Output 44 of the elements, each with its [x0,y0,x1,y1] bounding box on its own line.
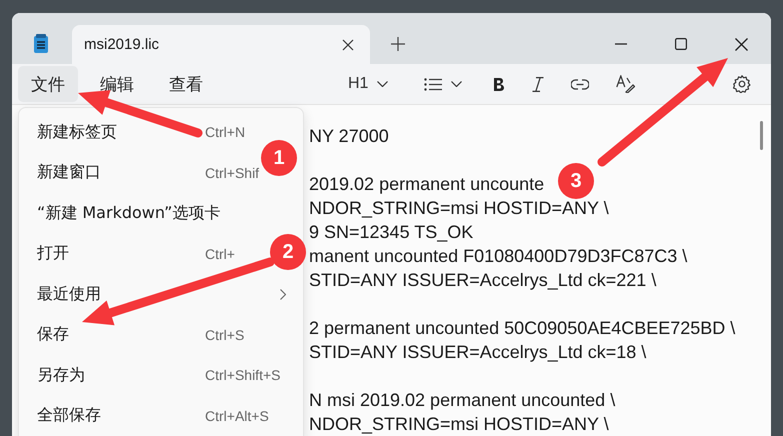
menu-item[interactable]: 另存为 [37,364,85,386]
code-line: NDOR_STRING=msi HOSTID=ANY \ [309,197,609,220]
shortcut-label: Ctrl+S [205,326,244,343]
shortcut-label: Ctrl+ [205,246,235,262]
code-line: 9 SN=12345 TS_OK [309,221,474,244]
menu-item[interactable]: 文件 [18,66,78,102]
link-icon[interactable] [571,78,590,90]
menu-item[interactable]: 最近使用 [37,284,101,305]
notepad-icon [33,34,49,54]
maximize-icon[interactable] [675,38,687,50]
add-tab-icon[interactable] [391,37,405,52]
menu-item[interactable]: 查看 [156,66,216,102]
code-line: manent uncounted F01080400D79D3FC87C3 \ [309,245,688,268]
caret-icon[interactable] [451,81,462,88]
menu-item[interactable]: 保存 [37,324,69,346]
minimize-icon[interactable] [615,43,627,45]
code-line: N msi 2019.02 permanent uncounted \ [309,389,616,412]
menu-item[interactable]: 打开 [37,243,69,264]
menu-item[interactable]: 编辑 [87,66,147,102]
list-icon[interactable] [424,78,442,91]
shortcut-label: Ctrl+N [205,124,246,140]
shortcut-label: Ctrl+Shif [205,164,260,181]
code-line: NY 27000 [309,125,389,148]
close-icon[interactable] [735,38,748,51]
scrollbar-thumb[interactable] [760,121,763,150]
document-tab[interactable]: msi2019.lic [72,25,370,64]
code-line: 2 permanent uncounted 50C09050AE4CBEE725BD \ [309,317,736,340]
heading-dropdown[interactable]: H1 [348,75,368,94]
italic-icon[interactable] [532,76,544,92]
shortcut-label: Ctrl+Alt+S [205,408,269,424]
code-line: STID=ANY ISSUER=Accelrys_Ltd ck=18 \ [309,341,646,364]
code-line: NDOR_STRING=msi HOSTID=ANY \ [309,413,609,436]
code-line: STID=ANY ISSUER=Accelrys_Ltd ck=221 \ [309,269,656,292]
menu-item[interactable]: 新建标签页 [37,122,117,143]
menu-item[interactable]: “新建 Markdown”选项卡 [37,202,220,224]
close-icon[interactable] [342,38,354,51]
bold-icon[interactable] [493,76,506,92]
spellcheck-icon[interactable] [616,75,636,94]
caret-icon[interactable] [377,81,388,88]
settings-icon[interactable] [733,75,751,94]
code-line: 2019.02 permanent uncounte [309,173,544,196]
shortcut-label: Ctrl+Shift+S [205,367,280,384]
menu-item[interactable]: 新建窗口 [37,162,101,184]
menu-item[interactable]: 全部保存 [37,405,101,426]
